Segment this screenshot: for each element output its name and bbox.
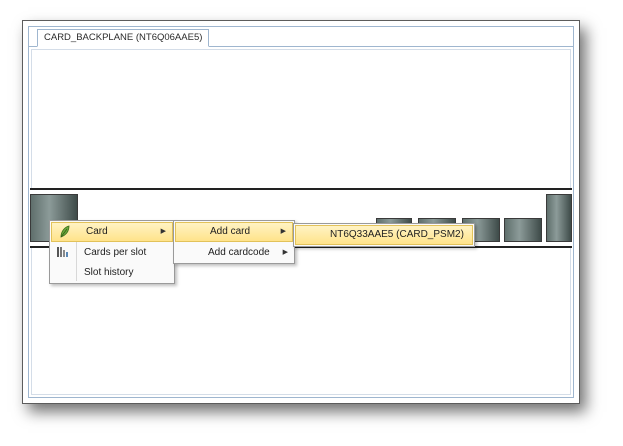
add-card-submenu: NT6Q33AAE5 (CARD_PSM2) xyxy=(293,223,475,247)
backplane-slot-6[interactable] xyxy=(546,194,572,242)
card-leaf-icon xyxy=(58,225,72,239)
submenu-arrow-icon: ▶ xyxy=(160,228,166,235)
menu-item-cards-per-slot[interactable]: Cards per slot xyxy=(50,243,174,263)
submenu-arrow-icon: ▶ xyxy=(282,249,288,256)
menu-item-add-card[interactable]: Add card ▶ xyxy=(175,222,293,242)
menu-item-add-card-label: Add card xyxy=(210,226,251,237)
menu-item-add-cardcode[interactable]: Add cardcode ▶ xyxy=(174,243,294,263)
slot-context-menu: Card ▶ Cards per slot Slot history xyxy=(49,220,175,284)
menu-item-card-psm2[interactable]: NT6Q33AAE5 (CARD_PSM2) xyxy=(295,225,473,245)
card-submenu: Add card ▶ Add cardcode ▶ xyxy=(173,220,295,264)
backplane-slot-5[interactable] xyxy=(504,218,542,242)
screenshot-stage: CARD_BACKPLANE (NT6Q06AAE5) Card ▶ Cards… xyxy=(0,0,623,446)
menu-item-card[interactable]: Card ▶ xyxy=(51,222,173,242)
tab-card-backplane[interactable]: CARD_BACKPLANE (NT6Q06AAE5) xyxy=(37,29,210,47)
menu-item-slot-history-label: Slot history xyxy=(84,267,134,278)
menu-item-card-psm2-label: NT6Q33AAE5 (CARD_PSM2) xyxy=(330,229,464,240)
submenu-arrow-icon: ▶ xyxy=(280,228,286,235)
menu-item-slot-history[interactable]: Slot history xyxy=(50,263,174,283)
menu-item-cards-per-slot-label: Cards per slot xyxy=(84,247,147,258)
menu-item-add-cardcode-label: Add cardcode xyxy=(208,247,270,258)
cards-per-slot-icon xyxy=(56,245,70,259)
menu-item-card-label: Card xyxy=(86,226,108,237)
